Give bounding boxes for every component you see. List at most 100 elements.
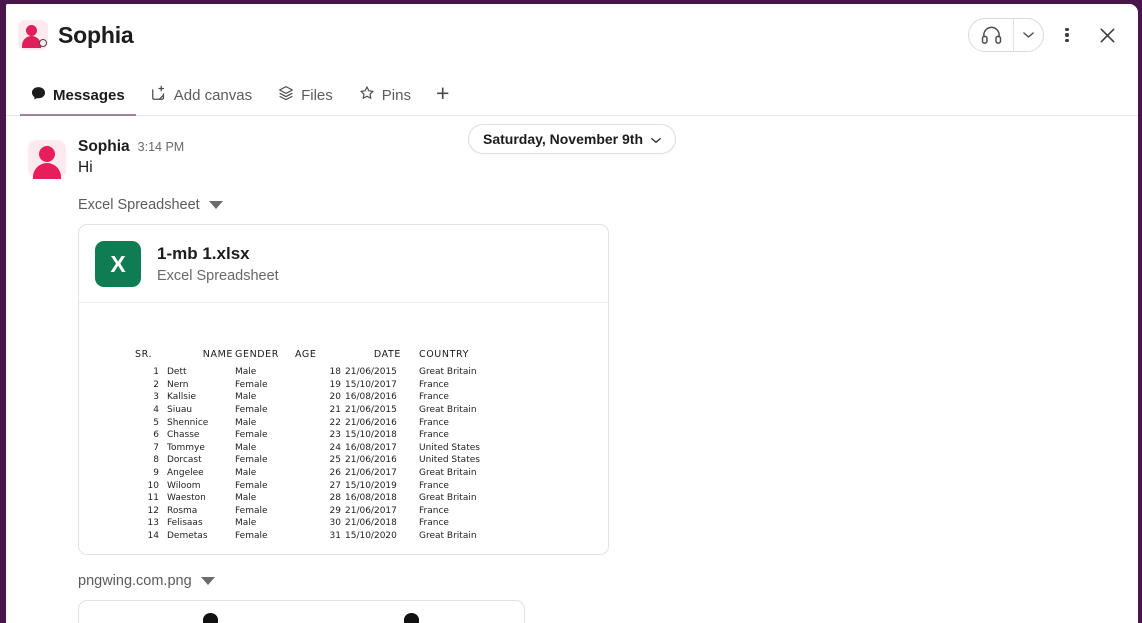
triangle-down-icon [208,201,223,209]
date-divider-button[interactable]: Saturday, November 9th [467,124,676,154]
cell-age: 24 [329,442,341,453]
avatar [18,20,48,50]
cell-country: France [419,430,449,441]
cell-gender: Male [235,417,257,428]
excel-file-icon: X [95,241,141,287]
table-row: 3 Kallsie Male 20 16/08/2016 France [117,391,480,404]
attachment-group-toggle-png[interactable]: pngwing.com.png [78,573,1122,589]
cell-gender: Female [235,505,268,516]
table-row: 14 Demetas Female 31 15/10/2020 Great Britain [117,530,480,543]
kebab-menu-icon[interactable] [1050,18,1084,52]
cell-country: France [419,417,449,428]
column-header-date: DATE [373,349,401,360]
table-row: 7 Tommye Male 24 16/08/2017 United States [117,442,480,455]
tab-messages[interactable]: Messages [20,76,136,116]
cell-sr: 11 [147,493,159,504]
cell-name: Angelee [167,468,204,479]
date-divider-label: Saturday, November 9th [482,131,643,147]
conversation-title-block[interactable]: Sophia [18,20,134,50]
cell-name: Nern [167,379,189,390]
table-row: 11 Waeston Male 28 16/08/2018 Great Britain [117,492,480,505]
cell-age: 18 [329,367,341,378]
avatar-body [33,163,61,179]
tab-label: Messages [53,86,125,104]
cell-gender: Female [235,379,268,390]
cell-sr: 3 [153,392,159,403]
cell-date: 16/08/2018 [345,493,397,504]
attachment-group-label: Excel Spreadsheet [78,197,200,213]
file-card-header[interactable]: X 1-mb 1.xlsx Excel Spreadsheet [79,225,608,303]
cell-gender: Male [235,442,257,453]
cell-country: France [419,518,449,529]
cell-gender: Male [235,518,257,529]
cell-age: 31 [329,531,341,542]
spreadsheet-head: SR. NAME GENDER AGE DATE COUNTRY [117,349,480,366]
tab-files[interactable]: Files [267,76,344,116]
file-type: Excel Spreadsheet [157,268,279,284]
table-row: 2 Nern Female 19 15/10/2017 France [117,379,480,392]
huddle-control[interactable] [968,18,1044,52]
file-name: 1-mb 1.xlsx [157,244,250,263]
message-pane: Saturday, November 9th Sophia 3:14 PM Hi… [6,116,1138,623]
cell-country: Great Britain [419,367,477,378]
cell-date: 21/06/2016 [345,417,397,428]
column-header-name: NAME [202,349,233,360]
tab-label: Files [301,86,333,104]
cell-gender: Male [235,468,257,479]
headphones-icon[interactable] [969,19,1013,51]
image-attachment-card[interactable] [78,600,525,623]
cell-age: 19 [329,379,341,390]
kebab-dot-1 [1065,27,1069,32]
cell-country: France [419,379,449,390]
cell-age: 28 [329,493,341,504]
cell-date: 21/06/2016 [345,455,397,466]
cell-country: Great Britain [419,405,477,416]
cell-name: Dorcast [167,455,202,466]
slack-conversation-window: Sophia Messages Add canvas Files Pins + … [6,4,1138,623]
message-row: Sophia 3:14 PM Hi Excel Spreadsheet X 1-… [6,138,1138,623]
cell-country: United States [419,455,480,466]
spreadsheet-preview[interactable]: SR. NAME GENDER AGE DATE COUNTRY 1 Dett … [79,303,608,555]
table-row: 12 Rosma Female 29 21/06/2017 France [117,505,480,518]
cell-country: Great Britain [419,468,477,479]
message-body: Sophia 3:14 PM Hi Excel Spreadsheet X 1-… [78,138,1122,623]
message-scroll-container[interactable]: Sophia 3:14 PM Hi Excel Spreadsheet X 1-… [6,116,1138,623]
cell-sr: 8 [153,455,159,466]
close-icon[interactable] [1090,18,1124,52]
cell-name: Tommye [167,442,205,453]
cell-age: 26 [329,468,341,479]
tab-pins[interactable]: Pins [348,76,422,116]
cell-sr: 9 [153,468,159,479]
table-row: 6 Chasse Female 23 15/10/2018 France [117,429,480,442]
cell-gender: Female [235,480,268,491]
table-row: 13 Felisaas Male 30 21/06/2018 France [117,517,480,530]
file-card-excel[interactable]: X 1-mb 1.xlsx Excel Spreadsheet SR. NAME… [78,224,609,556]
tab-add-canvas[interactable]: Add canvas [140,76,263,116]
cell-country: United States [419,442,480,453]
cell-date: 15/10/2017 [345,379,397,390]
cell-name: Dett [167,367,187,378]
kebab-dot-2 [1065,33,1069,37]
pin-star-icon [359,85,375,105]
cell-country: Great Britain [419,531,477,542]
cell-date: 16/08/2017 [345,442,397,453]
attachment-group-toggle-excel[interactable]: Excel Spreadsheet [78,197,1122,213]
cell-name: Shennice [167,417,209,428]
cell-date: 16/08/2016 [345,392,397,403]
cell-sr: 4 [153,405,159,416]
add-tab-button[interactable]: + [426,75,459,115]
cell-sr: 13 [147,518,159,529]
image-thumbnail-shape-left [203,613,218,623]
table-row: 5 Shennice Male 22 21/06/2016 France [117,416,480,429]
cell-age: 21 [329,405,341,416]
cell-name: Chasse [167,430,200,441]
cell-gender: Female [235,455,268,466]
triangle-down-icon [200,577,215,586]
spreadsheet-table: SR. NAME GENDER AGE DATE COUNTRY 1 Dett … [117,349,480,542]
image-thumbnail-shape-right [404,613,419,623]
chevron-down-icon[interactable] [1013,19,1043,51]
attachment-group-label: pngwing.com.png [78,573,192,590]
cell-date: 21/06/2017 [345,468,397,479]
cell-sr: 12 [147,505,159,516]
cell-date: 21/06/2015 [345,405,397,416]
